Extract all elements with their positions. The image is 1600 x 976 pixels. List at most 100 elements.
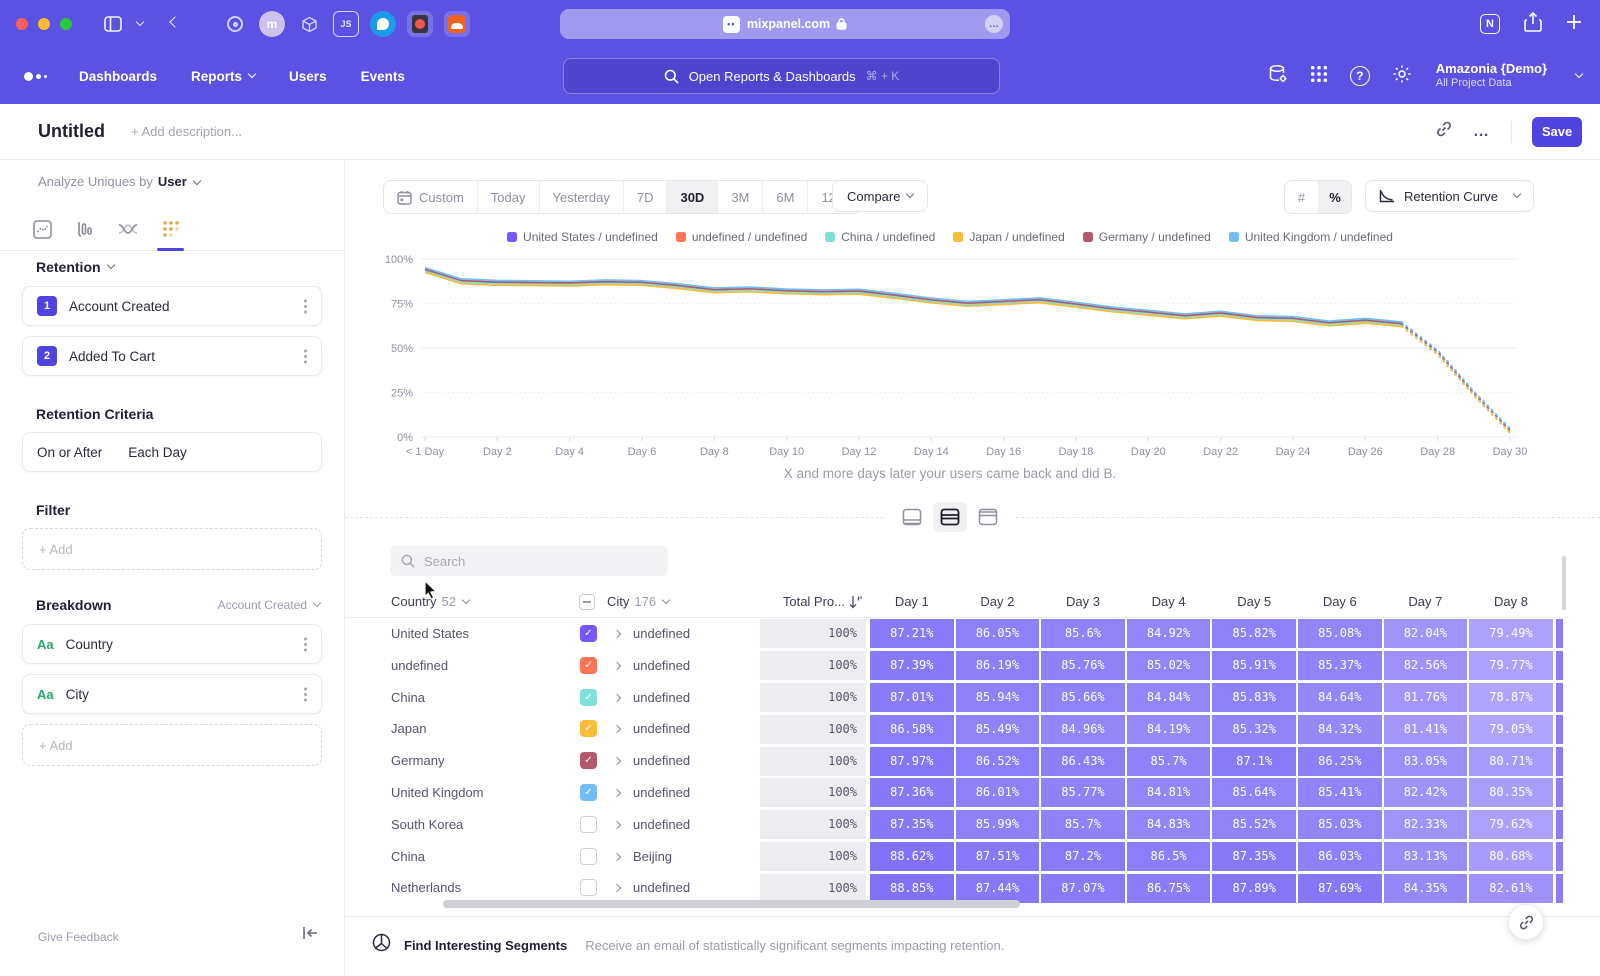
tab-insights[interactable] <box>32 219 52 239</box>
expand-row-icon[interactable] <box>613 852 621 860</box>
day-column-header[interactable]: Day 5 <box>1212 585 1296 618</box>
retention-cell[interactable]: 87.44% <box>956 874 1040 903</box>
country-column-header[interactable]: Country52 <box>391 585 469 618</box>
expand-row-icon[interactable] <box>613 821 621 829</box>
retention-cell[interactable]: 87.35% <box>870 810 954 839</box>
expand-row-icon[interactable] <box>613 884 621 892</box>
retention-cell[interactable]: 85.41% <box>1298 778 1382 807</box>
retention-cell[interactable]: 85.7% <box>1127 747 1211 776</box>
city-select-checkbox[interactable] <box>579 585 595 618</box>
city-cell[interactable]: undefined <box>633 682 690 714</box>
breakdown-city[interactable]: Aa City <box>22 674 322 714</box>
retention-cell[interactable]: 85.83% <box>1212 683 1296 712</box>
retention-cell[interactable]: 85.52% <box>1212 810 1296 839</box>
city-cell[interactable]: Beijing <box>633 841 672 873</box>
retention-cell[interactable]: 83.05% <box>1384 747 1468 776</box>
retention-cell[interactable]: 85.64% <box>1212 778 1296 807</box>
retention-cell[interactable]: 82.61% <box>1469 874 1553 903</box>
retention-cell[interactable]: 82.42% <box>1384 778 1468 807</box>
retention-cell[interactable]: 84.83% <box>1127 810 1211 839</box>
row-checkbox[interactable] <box>580 816 597 833</box>
retention-step-2[interactable]: 2 Added To Cart <box>22 336 322 376</box>
retention-cell[interactable]: 85.49% <box>956 715 1040 744</box>
day-column-header[interactable]: Day 7 <box>1384 585 1468 618</box>
retention-cell[interactable]: 87.01% <box>870 683 954 712</box>
day-column-header[interactable]: Day 8 <box>1469 585 1553 618</box>
row-checkbox[interactable]: ✓ <box>580 657 597 674</box>
view-toggle-table-only[interactable] <box>971 502 1005 532</box>
row-checkbox[interactable] <box>580 848 597 865</box>
day-column-header[interactable]: Day 1 <box>870 585 954 618</box>
new-tab-icon[interactable] <box>1566 14 1582 35</box>
breakdown-menu-icon[interactable] <box>304 693 307 696</box>
day-column-header[interactable]: Day 3 <box>1041 585 1125 618</box>
city-cell[interactable]: undefined <box>633 713 690 745</box>
criteria-each-day[interactable]: Each Day <box>128 445 187 460</box>
country-cell[interactable]: South Korea <box>391 809 463 841</box>
nav-link-users[interactable]: Users <box>289 69 327 84</box>
apps-grid-icon[interactable] <box>1310 65 1328 88</box>
retention-cell[interactable]: 83.13% <box>1384 842 1468 871</box>
breakdown-country[interactable]: Aa Country <box>22 624 322 664</box>
unit-percent[interactable]: % <box>1318 181 1351 213</box>
help-icon[interactable]: ? <box>1350 66 1370 86</box>
retention-curve-chart[interactable]: 0%25%50%75%100%< 1 DayDay 2Day 4Day 6Day… <box>345 248 1555 462</box>
add-filter-button[interactable]: + Add <box>22 528 322 570</box>
country-cell[interactable]: United States <box>391 618 469 650</box>
retention-cell[interactable]: 88.62% <box>870 842 954 871</box>
view-toggle-chart-only[interactable] <box>895 502 929 532</box>
country-cell[interactable]: United Kingdom <box>391 777 484 809</box>
expand-row-icon[interactable] <box>613 725 621 733</box>
retention-cell[interactable]: 87.2% <box>1041 842 1125 871</box>
retention-cell[interactable]: 85.7% <box>1041 810 1125 839</box>
ring-extension-icon[interactable] <box>222 11 248 37</box>
bird-extension-icon[interactable] <box>370 11 396 37</box>
day-column-header[interactable]: Day 6 <box>1298 585 1382 618</box>
retention-cell[interactable]: 87.89% <box>1212 874 1296 903</box>
retention-cell[interactable]: 87.39% <box>870 651 954 680</box>
retention-cell[interactable]: 87.07% <box>1041 874 1125 903</box>
tab-funnels[interactable] <box>75 219 95 239</box>
retention-cell[interactable]: 85.03% <box>1298 810 1382 839</box>
horizontal-scrollbar[interactable] <box>443 900 1020 908</box>
tab-retention[interactable] <box>161 219 181 239</box>
retention-cell[interactable]: 80.71% <box>1469 747 1553 776</box>
retention-cell[interactable]: 79.05% <box>1469 715 1553 744</box>
legend-item[interactable]: China / undefined <box>825 230 935 244</box>
tab-flows[interactable] <box>118 219 138 239</box>
retention-cell[interactable]: 85.94% <box>956 683 1040 712</box>
analyze-value-dropdown[interactable]: User <box>158 174 187 189</box>
retention-cell[interactable]: 84.64% <box>1298 683 1382 712</box>
city-column-header[interactable]: City176 <box>607 585 669 618</box>
retention-cell[interactable]: 79.77% <box>1469 651 1553 680</box>
retention-cell[interactable]: 87.35% <box>1212 842 1296 871</box>
retention-cell[interactable]: 78.87% <box>1469 683 1553 712</box>
m-extension-icon[interactable]: m <box>259 11 285 37</box>
retention-cell[interactable]: 84.19% <box>1127 715 1211 744</box>
retention-step-1[interactable]: 1 Account Created <box>22 286 322 326</box>
retention-cell[interactable]: 85.66% <box>1041 683 1125 712</box>
range-today[interactable]: Today <box>477 181 539 213</box>
share-icon[interactable] <box>1524 12 1542 37</box>
legend-item[interactable]: Germany / undefined <box>1083 230 1211 244</box>
zoom-window-icon[interactable] <box>60 18 72 30</box>
table-search-input[interactable]: Search <box>390 546 668 576</box>
orange-app-icon[interactable] <box>444 11 470 37</box>
retention-cell[interactable]: 85.82% <box>1212 619 1296 648</box>
settings-gear-icon[interactable] <box>1392 64 1412 89</box>
retention-cell[interactable]: 87.21% <box>870 619 954 648</box>
compare-button[interactable]: Compare <box>832 180 928 212</box>
criteria-on-or-after[interactable]: On or After <box>37 445 102 460</box>
retention-cell[interactable]: 87.97% <box>870 747 954 776</box>
retention-cell[interactable]: 85.77% <box>1041 778 1125 807</box>
more-options-icon[interactable]: … <box>1473 123 1491 141</box>
row-checkbox[interactable]: ✓ <box>580 625 597 642</box>
retention-cell[interactable]: 84.84% <box>1127 683 1211 712</box>
breakdown-event-dropdown[interactable]: Account Created <box>218 598 320 612</box>
retention-cell[interactable]: 80.68% <box>1469 842 1553 871</box>
range-30d[interactable]: 30D <box>666 181 717 213</box>
expand-row-icon[interactable] <box>613 789 621 797</box>
retention-cell[interactable]: 85.76% <box>1041 651 1125 680</box>
breakdown-menu-icon[interactable] <box>304 643 307 646</box>
retention-cell[interactable]: 86.75% <box>1127 874 1211 903</box>
